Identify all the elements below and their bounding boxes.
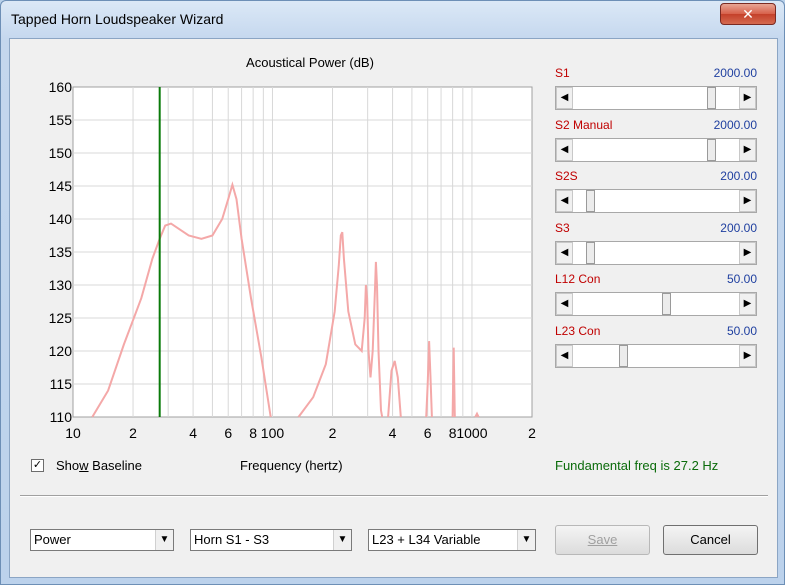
scroll-right-arrow-icon[interactable]: ▶ (739, 87, 756, 109)
scroll-left-arrow-icon[interactable]: ◀ (556, 190, 573, 212)
slider-scrollbar[interactable]: ◀ ▶ (555, 137, 757, 162)
slider-scrollbar[interactable]: ◀ ▶ (555, 86, 757, 110)
x-tick-label: 10 (65, 425, 81, 441)
slider-value: 200.00 (720, 169, 757, 183)
x-tick-label: 4 (388, 425, 397, 441)
slider-scrollbar[interactable]: ◀ ▶ (555, 240, 757, 265)
mode-select-value: Power (34, 532, 71, 547)
window-title: Tapped Horn Loudspeaker Wizard (11, 11, 224, 27)
dropdown-arrow-icon[interactable]: ▼ (517, 530, 535, 550)
scroll-left-arrow-icon[interactable]: ◀ (556, 138, 573, 161)
y-tick-label: 145 (48, 178, 72, 194)
dropdown-arrow-icon[interactable]: ▼ (155, 530, 173, 550)
slider-value: 2000.00 (713, 117, 757, 132)
x-tick-label: 2 (528, 425, 536, 441)
scroll-right-arrow-icon[interactable]: ▶ (739, 138, 756, 161)
y-tick-label: 155 (48, 112, 72, 128)
power-response-line (451, 347, 456, 418)
slider-thumb[interactable] (586, 190, 596, 212)
scroll-left-arrow-icon[interactable]: ◀ (556, 241, 573, 264)
slider-thumb[interactable] (662, 293, 672, 315)
y-tick-label: 160 (48, 79, 72, 95)
horn-select[interactable]: Horn S1 - S3 ▼ (190, 529, 352, 551)
x-axis-label: Frequency (hertz) (240, 458, 343, 473)
x-tick-label: 1000 (456, 425, 488, 441)
slider-thumb[interactable] (618, 344, 628, 367)
cancel-button[interactable]: Cancel (663, 525, 758, 555)
x-tick-label: 2 (129, 425, 137, 441)
y-tick-label: 125 (48, 310, 72, 326)
show-baseline-label: Show Baseline (56, 458, 143, 473)
slider-label: S3 (555, 220, 570, 235)
mode-select[interactable]: Power ▼ (30, 529, 174, 551)
horn-select-value: Horn S1 - S3 (194, 532, 270, 547)
scroll-right-arrow-icon[interactable]: ▶ (739, 241, 756, 264)
y-tick-label: 110 (49, 409, 72, 425)
x-tick-label: 6 (423, 425, 432, 441)
x-tick-label: 100 (260, 425, 285, 441)
y-tick-label: 115 (49, 376, 72, 392)
y-tick-label: 150 (48, 145, 72, 161)
show-baseline-checkbox[interactable]: ✓ Show Baseline (31, 458, 142, 473)
y-tick-label: 140 (48, 211, 72, 227)
acoustical-power-chart (72, 86, 533, 418)
scroll-right-arrow-icon[interactable]: ▶ (739, 293, 756, 315)
slider-value: 50.00 (726, 272, 757, 286)
x-tick-label: 6 (224, 425, 233, 441)
scroll-left-arrow-icon[interactable]: ◀ (556, 293, 573, 315)
separator (20, 495, 768, 497)
slider-value: 200.00 (720, 220, 757, 235)
x-tick-label: 4 (189, 425, 197, 441)
x-tick-label: 2 (328, 425, 337, 441)
y-tick-label: 135 (48, 244, 72, 260)
variable-select-value: L23 + L34 Variable (372, 532, 481, 547)
variable-select[interactable]: L23 + L34 Variable ▼ (368, 529, 536, 551)
slider-label: S1 (555, 66, 570, 80)
slider-label: L12 Con (555, 272, 601, 286)
client-area: Acoustical Power (dB) 160 155 150 145 140 135… (9, 38, 778, 578)
y-tick-label: 120 (48, 343, 72, 359)
checkbox-check-icon[interactable]: ✓ (31, 459, 44, 472)
x-tick-label: 8 (249, 425, 258, 441)
slider-thumb[interactable] (586, 241, 596, 264)
slider-scrollbar[interactable]: ◀ ▶ (555, 292, 757, 316)
slider-value: 50.00 (726, 323, 757, 338)
slider-label: S2S (555, 169, 578, 183)
dropdown-arrow-icon[interactable]: ▼ (333, 530, 351, 550)
slider-scrollbar[interactable]: ◀ ▶ (555, 343, 757, 368)
scroll-left-arrow-icon[interactable]: ◀ (556, 344, 573, 367)
close-button[interactable]: ✕ (720, 3, 776, 25)
scroll-right-arrow-icon[interactable]: ▶ (739, 190, 756, 212)
x-tick-label: 8 (448, 425, 457, 441)
slider-label: S2 Manual (555, 117, 613, 132)
scroll-right-arrow-icon[interactable]: ▶ (739, 344, 756, 367)
slider-thumb[interactable] (707, 138, 717, 161)
fundamental-frequency-text: Fundamental freq is 27.2 Hz (555, 458, 719, 473)
slider-scrollbar[interactable]: ◀ ▶ (555, 189, 757, 213)
slider-thumb[interactable] (707, 87, 717, 109)
save-button[interactable]: Save (555, 525, 650, 555)
slider-value: 2000.00 (713, 66, 757, 80)
y-tick-label: 130 (48, 277, 72, 293)
wizard-window: Tapped Horn Loudspeaker Wizard ✕ Acousti… (0, 0, 785, 585)
scroll-left-arrow-icon[interactable]: ◀ (556, 87, 573, 109)
title-bar: Tapped Horn Loudspeaker Wizard ✕ (1, 1, 784, 37)
slider-label: L23 Con (555, 323, 601, 338)
